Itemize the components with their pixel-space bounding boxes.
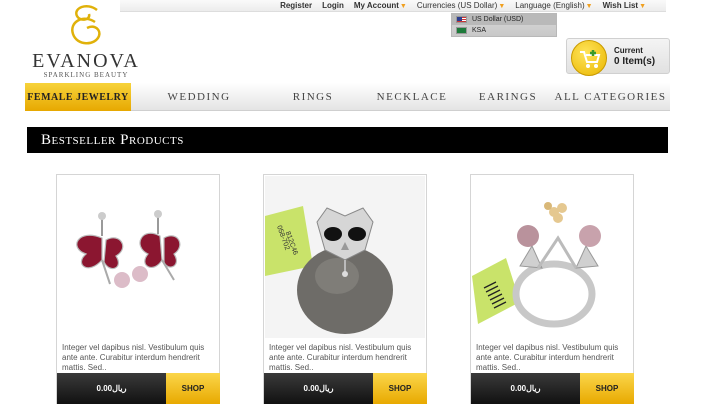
section-title: Bestseller Products — [41, 132, 184, 148]
language-label: Language (English) — [515, 1, 585, 10]
product-card: Integer vel dapibus nisl. Vestibulum qui… — [56, 174, 220, 404]
nav-item-wedding[interactable]: Wedding — [131, 83, 267, 111]
product-price: 0.00ريال — [264, 373, 373, 404]
currencies-link[interactable]: Currencies (US Dollar)▼ — [417, 1, 515, 10]
logo-mark-icon — [71, 5, 101, 45]
nav-item-necklace[interactable]: necklace — [359, 83, 465, 111]
login-link[interactable]: Login — [322, 1, 354, 10]
chevron-down-icon: ▼ — [498, 3, 506, 10]
cart-items-count: 0 Item(s) — [614, 56, 656, 67]
product-price: 0.00ريال — [471, 373, 580, 404]
product-description: Integer vel dapibus nisl. Vestibulum qui… — [62, 343, 205, 372]
product-card: 058-702 812C46 Integer vel dapibus nisl.… — [263, 174, 427, 404]
currencies-label: Currencies (US Dollar) — [416, 1, 498, 10]
brand-name: EVANOVA — [32, 50, 140, 72]
cart-title: Current — [614, 46, 643, 55]
chevron-down-icon: ▼ — [585, 3, 593, 10]
us-flag-icon — [456, 16, 467, 23]
language-link[interactable]: Language (English)▼ — [515, 1, 602, 10]
earrings-image[interactable] — [58, 176, 218, 338]
currency-option-label: KSA — [472, 27, 487, 34]
product-card: Integer vel dapibus nisl. Vestibulum qui… — [470, 174, 634, 404]
currency-option-usd[interactable]: US Dollar (USD) — [452, 14, 556, 25]
nav-item-all-categories[interactable]: All categories — [551, 83, 670, 111]
my-account-link[interactable]: My Account▼ — [354, 1, 417, 10]
wish-list-link[interactable]: Wish List▼ — [603, 1, 656, 10]
cart-icon — [571, 40, 607, 76]
currency-option-label: US Dollar (USD) — [472, 16, 524, 23]
register-link[interactable]: Register — [280, 1, 322, 10]
cart-widget[interactable]: Current 0 Item(s) — [566, 38, 670, 76]
owl-ring-image[interactable]: 058-702 812C46 — [265, 176, 425, 338]
currency-option-ksa[interactable]: KSA — [452, 25, 556, 36]
nav-item-earings[interactable]: Earings — [465, 83, 551, 111]
nav-item-female-jewelry[interactable]: Female Jewelry — [25, 83, 131, 111]
brand-tagline: SPARKLING BEAUTY — [43, 71, 129, 79]
chevron-down-icon: ▼ — [399, 3, 407, 10]
currency-dropdown: US Dollar (USD) KSA — [451, 13, 557, 37]
wish-list-label: Wish List — [602, 1, 639, 10]
nav-item-rings[interactable]: Rings — [267, 83, 359, 111]
shop-button[interactable]: SHOP — [166, 373, 220, 404]
shop-button[interactable]: SHOP — [373, 373, 427, 404]
logo[interactable]: EVANOVA SPARKLING BEAUTY — [30, 4, 142, 80]
top-bar: Register Login My Account▼ Currencies (U… — [120, 0, 666, 12]
ksa-flag-icon — [456, 27, 467, 34]
my-account-label: My Account — [353, 1, 399, 10]
product-description: Integer vel dapibus nisl. Vestibulum qui… — [269, 343, 412, 372]
product-description: Integer vel dapibus nisl. Vestibulum qui… — [476, 343, 619, 372]
shop-button[interactable]: SHOP — [580, 373, 634, 404]
main-nav: Female Jewelry Wedding Rings necklace Ea… — [25, 83, 670, 111]
chevron-down-icon: ▼ — [639, 3, 646, 10]
product-price: 0.00ريال — [57, 373, 166, 404]
pearl-ring-image[interactable] — [472, 176, 632, 338]
bestseller-header: Bestseller Products — [27, 127, 668, 153]
